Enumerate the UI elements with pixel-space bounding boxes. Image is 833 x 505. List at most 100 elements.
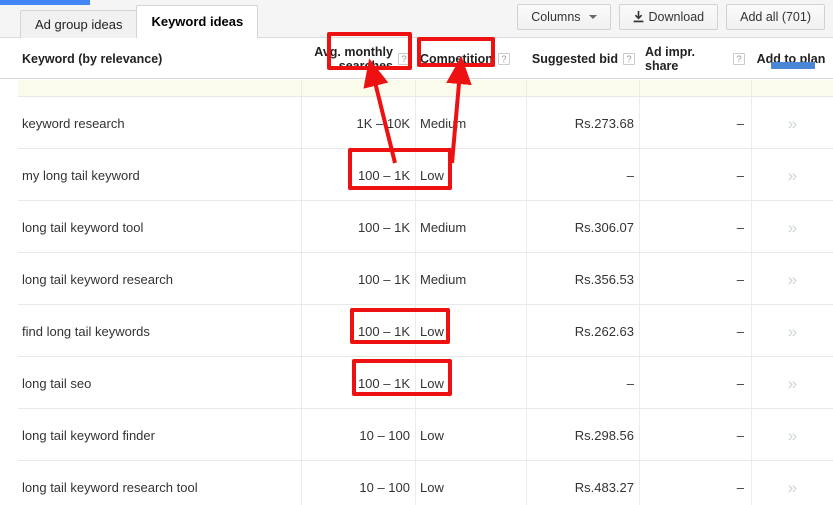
cell-divider: [415, 253, 416, 304]
cell-avg-monthly-searches: 1K – 10K: [356, 115, 411, 131]
column-header-avg-monthly-searches[interactable]: Avg. monthly searches ?: [312, 39, 410, 79]
cell-divider: [751, 253, 752, 304]
download-icon: [633, 11, 644, 23]
add-to-plan-icon[interactable]: »: [788, 479, 798, 496]
cell-add-to-plan[interactable]: »: [753, 97, 831, 149]
tab-keyword-ideas[interactable]: Keyword ideas: [136, 5, 259, 38]
cell-divider: [301, 149, 302, 200]
table-row[interactable]: my long tail keyword 100 – 1K Low – – »: [18, 149, 833, 201]
table-row[interactable]: long tail keyword finder 10 – 100 Low Rs.29…: [18, 409, 833, 461]
cell-keyword: long tail keyword tool: [22, 219, 144, 235]
columns-button[interactable]: Columns: [517, 4, 611, 30]
cell-competition: Medium: [420, 115, 467, 131]
plan-progress-indicator[interactable]: [771, 62, 815, 69]
table-row[interactable]: keyword research 1K – 10K Medium Rs.273.68 –…: [18, 97, 833, 149]
cell-keyword: long tail seo: [22, 375, 92, 391]
cell-ad-impr-share: –: [736, 479, 744, 495]
cell-keyword: long tail keyword research tool: [22, 479, 198, 495]
add-to-plan-icon[interactable]: »: [788, 219, 798, 236]
table-row[interactable]: find long tail keywords 100 – 1K Low Rs.262…: [18, 305, 833, 357]
cell-divider: [751, 461, 752, 505]
cell-divider: [301, 201, 302, 252]
help-icon-competition[interactable]: ?: [497, 53, 510, 65]
column-header-avg-monthly-searches-label: Avg. monthly searches: [314, 45, 393, 73]
add-to-plan-icon[interactable]: »: [788, 323, 798, 340]
tab-ad-group-ideas[interactable]: Ad group ideas: [20, 10, 138, 38]
cell-add-to-plan[interactable]: »: [753, 253, 831, 305]
cell-divider: [415, 409, 416, 460]
cell-suggested-bid: Rs.483.27: [574, 479, 634, 495]
summary-strip: [18, 80, 833, 97]
cell-suggested-bid: –: [626, 167, 634, 183]
add-to-plan-icon[interactable]: »: [788, 115, 798, 132]
cell-ad-impr-share: –: [736, 219, 744, 235]
toolbar-buttons: Columns Download Add all (701): [509, 4, 825, 30]
add-all-button-label: Add all (701): [740, 10, 811, 24]
cell-ad-impr-share: –: [736, 323, 744, 339]
cell-divider: [751, 201, 752, 252]
cell-divider: [751, 357, 752, 408]
tab-bar: Ad group ideas Keyword ideas: [20, 5, 259, 38]
cell-competition: Medium: [420, 271, 467, 287]
cell-suggested-bid: –: [626, 375, 634, 391]
cell-avg-monthly-searches: 10 – 100: [359, 479, 410, 495]
cell-competition: Low: [420, 375, 444, 391]
cell-suggested-bid: Rs.306.07: [574, 219, 634, 235]
table-row[interactable]: long tail keyword research 100 – 1K Medium…: [18, 253, 833, 305]
keyword-ideas-table-body: keyword research 1K – 10K Medium Rs.273.68 –…: [18, 97, 833, 505]
tab-ad-group-ideas-label: Ad group ideas: [35, 17, 123, 32]
keyword-planner-screen: Ad group ideas Keyword ideas Columns Dow…: [0, 0, 833, 505]
cell-ad-impr-share: –: [736, 167, 744, 183]
cell-divider: [301, 253, 302, 304]
cell-ad-impr-share: –: [736, 375, 744, 391]
cell-divider: [415, 97, 416, 148]
help-icon-suggested-bid[interactable]: ?: [623, 53, 635, 65]
table-row[interactable]: long tail keyword tool 100 – 1K Medium Rs.3…: [18, 201, 833, 253]
table-row[interactable]: long tail seo 100 – 1K Low – – »: [18, 357, 833, 409]
cell-add-to-plan[interactable]: »: [753, 409, 831, 461]
cell-avg-monthly-searches: 100 – 1K: [357, 167, 410, 183]
add-to-plan-icon[interactable]: »: [788, 375, 798, 392]
cell-add-to-plan[interactable]: »: [753, 305, 831, 357]
cell-avg-monthly-searches: 10 – 100: [359, 427, 410, 443]
cell-add-to-plan[interactable]: »: [753, 149, 831, 201]
column-header-competition-label: Competition: [420, 52, 493, 66]
cell-divider: [751, 97, 752, 148]
cell-keyword: long tail keyword finder: [22, 427, 155, 443]
cell-divider: [301, 357, 302, 408]
cell-competition: Low: [420, 323, 444, 339]
column-header-ad-impr-share-label: Ad impr. share: [645, 45, 696, 73]
column-header-keyword[interactable]: Keyword (by relevance): [22, 39, 292, 79]
table-row[interactable]: long tail keyword research tool 10 – 100 L…: [18, 461, 833, 505]
cell-divider: [415, 149, 416, 200]
cell-add-to-plan[interactable]: »: [753, 357, 831, 409]
add-to-plan-icon[interactable]: »: [788, 167, 798, 184]
column-header-ad-impr-share[interactable]: Ad impr. share ?: [645, 39, 745, 79]
cell-divider: [415, 357, 416, 408]
download-button[interactable]: Download: [618, 4, 719, 30]
cell-divider: [301, 461, 302, 505]
cell-avg-monthly-searches: 100 – 1K: [357, 375, 410, 391]
cell-avg-monthly-searches: 100 – 1K: [357, 219, 410, 235]
cell-divider: [301, 305, 302, 356]
cell-divider: [751, 409, 752, 460]
cell-ad-impr-share: –: [736, 427, 744, 443]
column-header-add-to-plan: Add to plan: [752, 39, 830, 79]
cell-competition: Low: [420, 167, 444, 183]
help-icon-ad-impr-share[interactable]: ?: [733, 53, 745, 65]
add-all-button[interactable]: Add all (701): [726, 4, 825, 30]
cell-divider: [301, 409, 302, 460]
cell-divider: [751, 305, 752, 356]
column-header-suggested-bid[interactable]: Suggested bid ?: [510, 39, 635, 79]
add-to-plan-icon[interactable]: »: [788, 271, 798, 288]
help-icon-avg-monthly-searches[interactable]: ?: [398, 53, 410, 65]
add-to-plan-icon[interactable]: »: [788, 427, 798, 444]
cell-competition: Low: [420, 427, 444, 443]
cell-divider: [301, 97, 302, 148]
cell-add-to-plan[interactable]: »: [753, 461, 831, 505]
cell-divider: [415, 201, 416, 252]
cell-suggested-bid: Rs.298.56: [574, 427, 634, 443]
chevron-down-icon: [588, 15, 597, 19]
cell-add-to-plan[interactable]: »: [753, 201, 831, 253]
cell-divider: [415, 461, 416, 505]
